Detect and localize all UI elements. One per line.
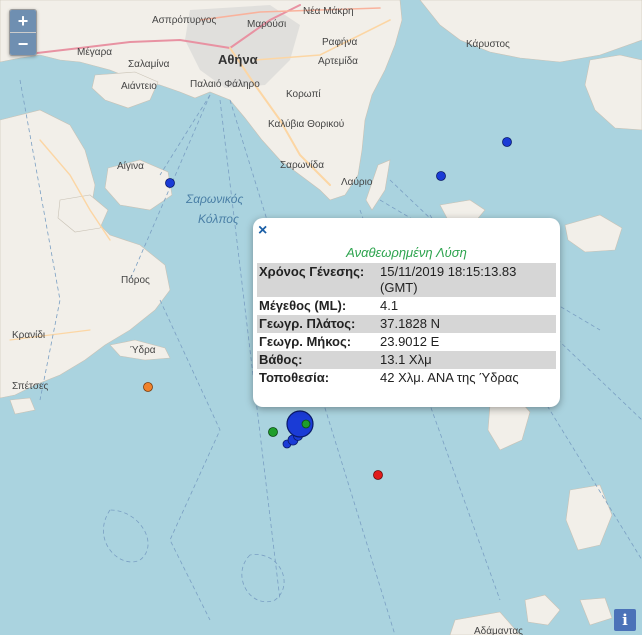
place-label: Αδάμαντας <box>474 625 523 635</box>
earthquake-details-table: Χρόνος Γένεσης: 15/11/2019 18:15:13.83 (… <box>257 263 556 387</box>
place-label: Κάρυστος <box>466 38 510 50</box>
place-label: Παλαιό Φάληρο <box>190 78 260 90</box>
place-label: Αθήνα <box>218 52 258 67</box>
quake-marker[interactable] <box>165 178 175 188</box>
zoom-control: + − <box>9 9 37 56</box>
zoom-out-button[interactable]: − <box>10 32 36 55</box>
table-row: Μέγεθος (ML): 4.1 <box>257 297 556 315</box>
place-label: Μέγαρα <box>77 46 112 58</box>
row-label: Μέγεθος (ML): <box>259 298 347 313</box>
place-label: Αιάντειο <box>121 80 157 92</box>
table-row: Γεωγρ. Πλάτος: 37.1828 N <box>257 315 556 333</box>
row-value: 15/11/2019 18:15:13.83 (GMT) <box>378 263 556 297</box>
sea-label: Σαρωνικός <box>185 192 243 206</box>
row-value: 42 Χλμ. ΑΝΑ της Ύδρας <box>380 370 519 385</box>
table-row: Βάθος: 13.1 Χλμ <box>257 351 556 369</box>
table-row: Χρόνος Γένεσης: 15/11/2019 18:15:13.83 (… <box>257 263 556 297</box>
place-label: Σαρωνίδα <box>280 159 324 171</box>
place-label: Ασπρόπυργος <box>152 14 216 26</box>
sea-label: Κόλπος <box>198 212 239 226</box>
row-label: Βάθος: <box>257 351 378 369</box>
info-button[interactable]: i <box>614 609 636 631</box>
quake-marker[interactable] <box>502 137 512 147</box>
row-label: Γεωγρ. Μήκος: <box>259 334 352 349</box>
place-label: Μαρούσι <box>247 18 286 30</box>
place-label: Ύδρα <box>130 345 156 356</box>
earthquake-popup: × Αναθεωρημένη Λύση Χρόνος Γένεσης: 15/1… <box>253 218 560 407</box>
quake-marker[interactable] <box>436 171 446 181</box>
place-label: Καλύβια Θορικού <box>268 118 344 130</box>
place-label: Κρανίδι <box>12 329 45 341</box>
place-label: Σαλαμίνα <box>128 58 170 70</box>
place-label: Κορωπί <box>286 88 321 100</box>
place-label: Λαύριο <box>341 176 373 188</box>
place-label: Σπέτσες <box>12 380 48 392</box>
row-label: Τοποθεσία: <box>259 370 330 385</box>
row-value: 23.9012 E <box>380 334 440 349</box>
place-label: Νέα Μάκρη <box>303 5 354 17</box>
quake-marker[interactable] <box>301 419 311 429</box>
quake-marker[interactable] <box>373 470 383 480</box>
popup-title: Αναθεωρημένη Λύση <box>346 245 467 260</box>
row-value: 13.1 Χλμ <box>378 351 556 369</box>
row-value: 4.1 <box>380 298 399 313</box>
close-icon[interactable]: × <box>258 223 267 239</box>
quake-marker[interactable] <box>268 427 278 437</box>
row-value: 37.1828 N <box>378 315 556 333</box>
table-row: Γεωγρ. Μήκος: 23.9012 E <box>257 333 556 351</box>
place-label: Αρτεμίδα <box>318 55 358 67</box>
place-label: Πόρος <box>121 274 150 286</box>
row-label: Χρόνος Γένεσης: <box>257 263 378 297</box>
zoom-in-button[interactable]: + <box>10 10 36 32</box>
place-label: Αίγινα <box>117 160 144 172</box>
row-label: Γεωγρ. Πλάτος: <box>257 315 378 333</box>
place-label: Ραφήνα <box>322 36 357 48</box>
table-row: Τοποθεσία: 42 Χλμ. ΑΝΑ της Ύδρας <box>257 369 556 387</box>
quake-marker[interactable] <box>143 382 153 392</box>
